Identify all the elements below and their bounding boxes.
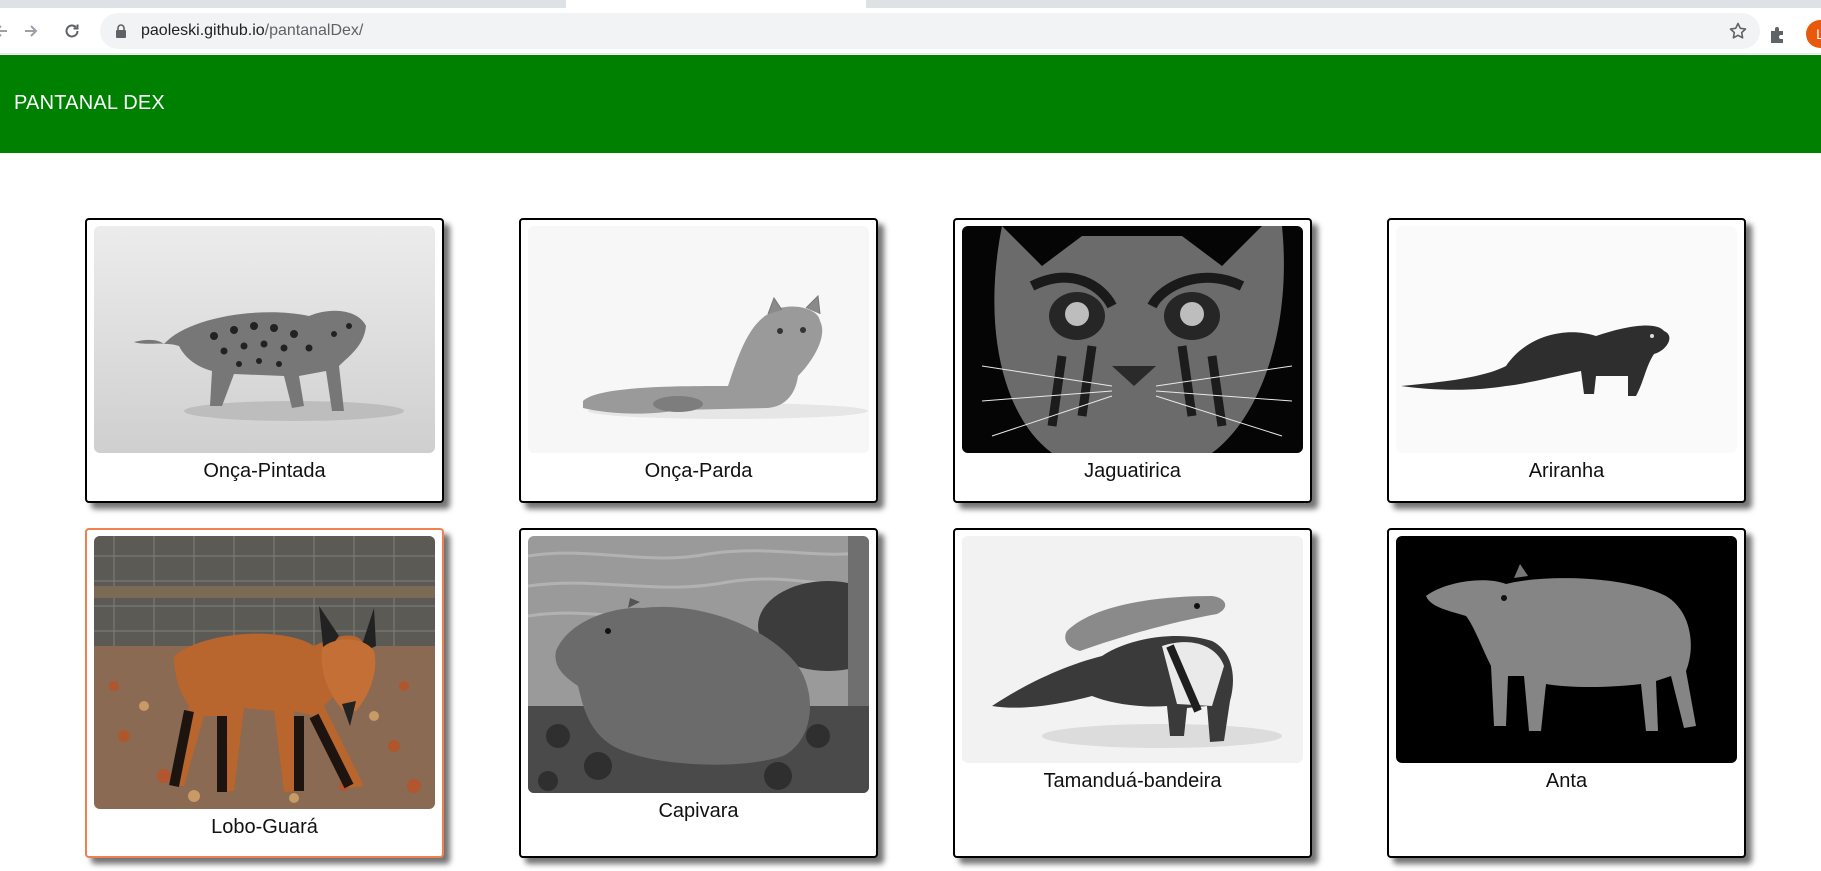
arrow-right-icon — [25, 25, 38, 37]
arrow-left-icon — [0, 25, 7, 37]
giant-anteater-photo — [962, 536, 1303, 763]
browser-tab[interactable] — [0, 0, 566, 8]
animal-card-capivara[interactable]: Capivara — [519, 528, 878, 858]
animal-name: Anta — [1545, 770, 1588, 792]
url-path: /pantanalDex/ — [264, 22, 364, 39]
animal-card-tamandua-bandeira[interactable]: Tamanduá-bandeira — [953, 528, 1312, 858]
reload-icon — [65, 24, 79, 38]
capybara-photo — [528, 536, 869, 793]
tapir-photo — [1396, 536, 1737, 763]
url-text[interactable]: paoleski.github.io/pantanalDex/ — [141, 22, 363, 40]
browser-tab-active[interactable] — [566, 0, 866, 8]
animal-card-anta[interactable]: Anta — [1387, 528, 1746, 858]
url-host: paoleski.github.io — [141, 22, 265, 39]
animal-name: Tamanduá-bandeira — [1043, 770, 1222, 792]
avatar[interactable]: L — [1806, 20, 1821, 48]
site-header: PANTANAL DEX — [0, 55, 1821, 153]
lock-icon[interactable] — [114, 24, 128, 38]
ocelot-photo — [962, 226, 1303, 453]
browser-toolbar: paoleski.github.io/pantanalDex/ L — [0, 8, 1821, 54]
browser-tab[interactable] — [866, 0, 1821, 8]
jaguar-photo — [94, 226, 435, 453]
animal-card-onca-pintada[interactable]: Onça-Pintada — [85, 218, 444, 503]
page-title: PANTANAL DEX — [14, 92, 165, 114]
forward-button[interactable] — [14, 14, 48, 48]
star-icon[interactable] — [1728, 21, 1748, 41]
animal-name: Jaguatirica — [1084, 460, 1181, 482]
address-bar[interactable]: paoleski.github.io/pantanalDex/ — [100, 13, 1760, 49]
animal-name: Lobo-Guará — [211, 816, 318, 838]
animal-name: Capivara — [658, 800, 739, 822]
animal-name: Ariranha — [1528, 460, 1605, 482]
maned-wolf-photo — [94, 536, 435, 809]
animal-card-ariranha[interactable]: Ariranha — [1387, 218, 1746, 503]
reload-button[interactable] — [55, 14, 89, 48]
animal-card-jaguatirica[interactable]: Jaguatirica — [953, 218, 1312, 503]
giant-otter-photo — [1396, 226, 1737, 453]
animal-name: Onça-Pintada — [203, 460, 326, 482]
puma-photo — [528, 226, 869, 453]
animal-card-onca-parda[interactable]: Onça-Parda — [519, 218, 878, 503]
tab-strip — [0, 0, 1821, 8]
animal-name: Onça-Parda — [644, 460, 753, 482]
puzzle-icon[interactable] — [1767, 23, 1789, 45]
animal-card-lobo-guara[interactable]: Lobo-Guará — [85, 528, 444, 858]
